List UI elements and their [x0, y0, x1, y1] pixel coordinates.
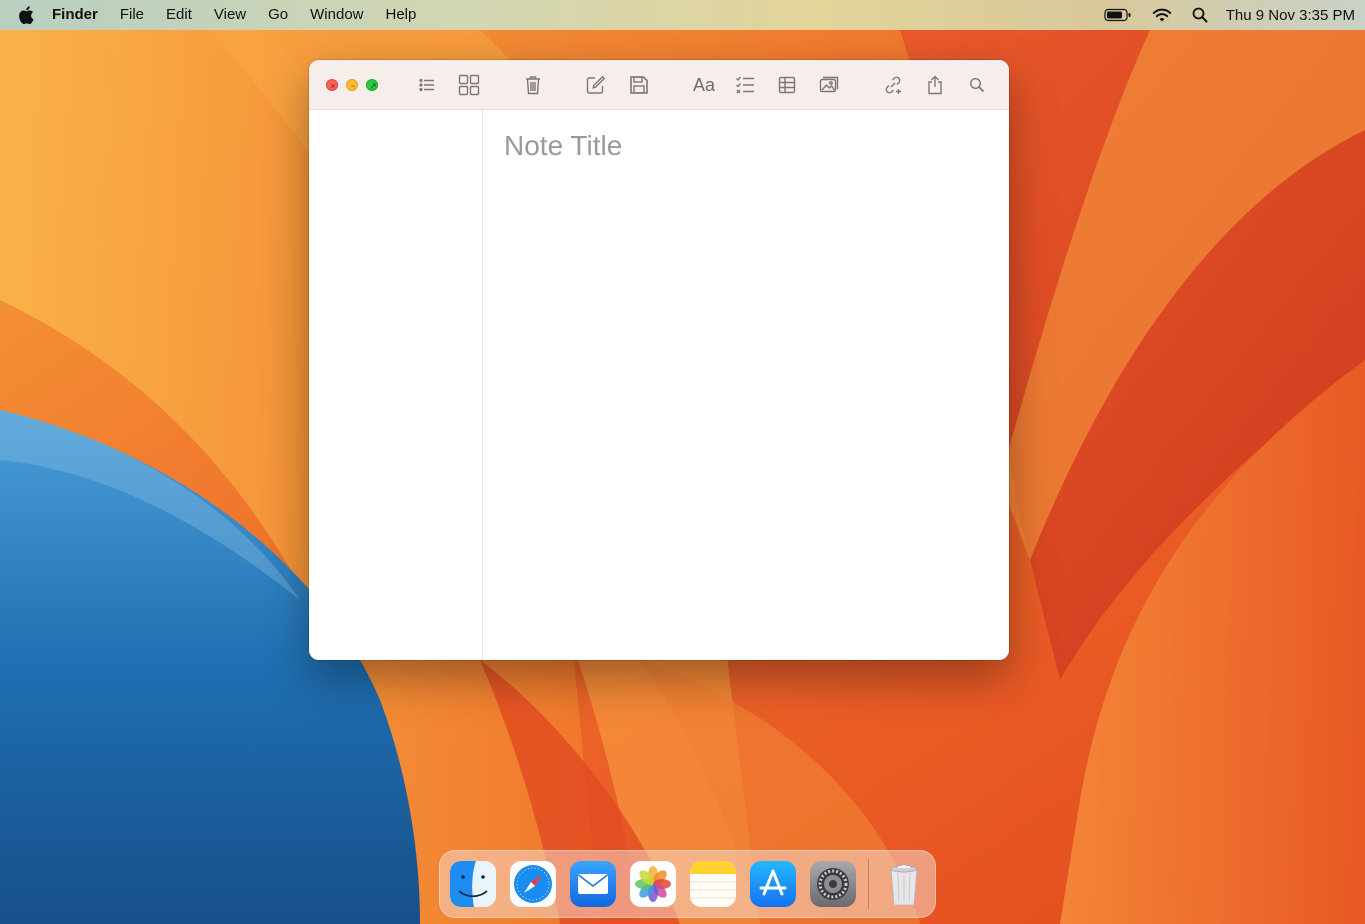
format-text-icon: Aa [692, 74, 716, 95]
close-icon: × [330, 81, 336, 91]
battery-icon[interactable] [1104, 8, 1132, 22]
delete-button[interactable] [520, 73, 546, 97]
list-view-icon [419, 78, 434, 92]
menu-help[interactable]: Help [375, 0, 428, 30]
save-button[interactable] [626, 73, 652, 97]
media-icon [819, 76, 839, 93]
save-icon [630, 76, 648, 94]
mail-icon [570, 861, 616, 907]
spotlight-search-icon[interactable] [1192, 7, 1208, 23]
menu-clock[interactable]: Thu 9 Nov 3:35 PM [1218, 7, 1365, 24]
trash-icon [526, 76, 540, 95]
apple-menu-icon[interactable] [0, 6, 52, 24]
link-button[interactable] [880, 73, 906, 97]
minimize-icon: − [350, 81, 356, 91]
format-text-button[interactable]: Aa [689, 73, 719, 97]
menu-file[interactable]: File [109, 0, 155, 30]
zoom-button[interactable]: ↗ [366, 79, 378, 91]
search-notes-button[interactable] [964, 73, 990, 97]
checklist-icon [736, 76, 754, 94]
notes-list-sidebar[interactable] [309, 110, 483, 660]
gallery-view-icon [458, 74, 480, 96]
share-button[interactable] [922, 73, 948, 97]
menu-view[interactable]: View [203, 0, 257, 30]
dock-mail[interactable] [570, 861, 616, 907]
zoom-icon: ↗ [369, 81, 377, 91]
menu-go[interactable]: Go [257, 0, 299, 30]
dock-system-settings[interactable] [810, 861, 856, 907]
checklist-button[interactable] [732, 73, 758, 97]
menu-window[interactable]: Window [299, 0, 374, 30]
search-icon [969, 77, 985, 93]
dock-safari[interactable] [510, 861, 556, 907]
menu-app-name[interactable]: Finder [52, 0, 109, 30]
minimize-button[interactable]: − [346, 79, 358, 91]
menu-bar: Finder File Edit View Go Window Help Thu… [0, 0, 1365, 30]
finder-icon [450, 861, 496, 907]
dock-trash[interactable] [881, 861, 927, 907]
table-icon [778, 76, 796, 94]
table-button[interactable] [774, 73, 800, 97]
dock-finder[interactable] [450, 861, 496, 907]
note-title-placeholder[interactable]: Note Title [504, 130, 622, 162]
notes-icon [690, 861, 736, 907]
photos-icon [630, 861, 676, 907]
compose-button[interactable] [583, 73, 609, 97]
dock-separator [868, 859, 869, 909]
close-button[interactable]: × [326, 79, 338, 91]
app-store-icon [750, 861, 796, 907]
window-toolbar: × − ↗ Aa [309, 60, 1009, 110]
system-settings-icon [810, 861, 856, 907]
media-button[interactable] [816, 73, 842, 97]
note-editor[interactable]: Note Title [484, 110, 1009, 660]
dock-app-store[interactable] [750, 861, 796, 907]
compose-icon [586, 75, 606, 94]
dock-notes[interactable] [690, 861, 736, 907]
menu-edit[interactable]: Edit [155, 0, 203, 30]
gallery-view-button[interactable] [456, 73, 482, 97]
wifi-icon[interactable] [1152, 7, 1172, 23]
notes-window: × − ↗ Aa Note Title [309, 60, 1009, 660]
dock [439, 850, 936, 918]
dock-photos[interactable] [630, 861, 676, 907]
link-icon [885, 76, 901, 94]
trash-full-icon [890, 863, 918, 906]
share-icon [928, 75, 942, 95]
list-view-button[interactable] [414, 73, 440, 97]
safari-icon [510, 861, 556, 907]
